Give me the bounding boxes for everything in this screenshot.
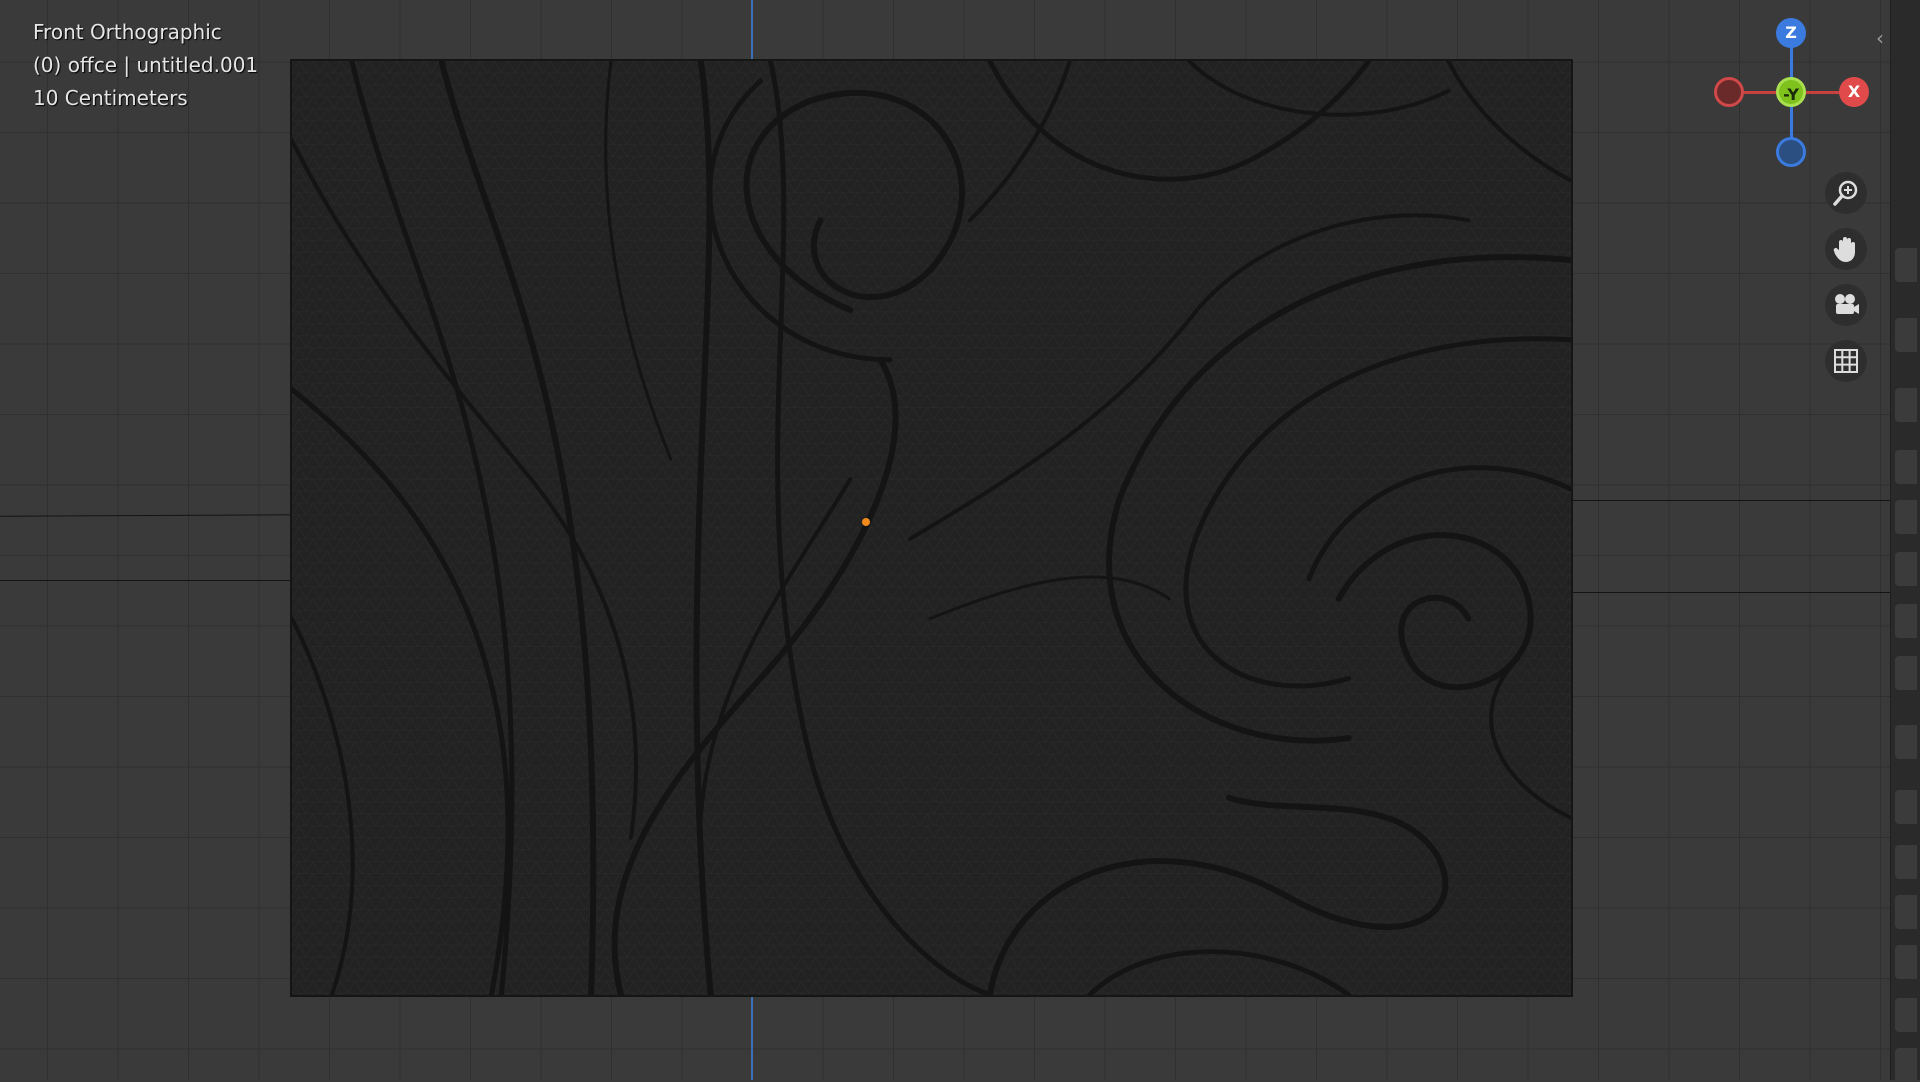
3d-viewport[interactable]: Front Orthographic (0) offce | untitled.… bbox=[0, 0, 1890, 1080]
gizmo-neg-y-button[interactable]: -Y bbox=[1776, 77, 1806, 107]
object-origin-point[interactable] bbox=[862, 518, 870, 526]
edge-line-upper-right bbox=[1570, 500, 1890, 501]
ortho-toggle-button[interactable] bbox=[1825, 340, 1867, 382]
edge-line-lower-left bbox=[0, 580, 300, 581]
viewport-info-overlay: Front Orthographic (0) offce | untitled.… bbox=[33, 16, 258, 115]
edge-line-lower-right bbox=[1570, 592, 1890, 593]
constraints-tab[interactable] bbox=[1895, 945, 1917, 979]
data-tab[interactable] bbox=[1895, 998, 1917, 1032]
camera-icon bbox=[1835, 294, 1859, 314]
pan-button[interactable] bbox=[1825, 228, 1867, 270]
zoom-icon bbox=[1833, 180, 1858, 206]
swirl-pattern bbox=[292, 61, 1571, 995]
tool-tab[interactable] bbox=[1895, 248, 1917, 282]
navigation-gizmo[interactable]: Z X -Y bbox=[1700, 14, 1870, 174]
material-tab[interactable] bbox=[1895, 1048, 1917, 1082]
gizmo-neg-x-button[interactable] bbox=[1714, 77, 1744, 107]
object-tab[interactable] bbox=[1895, 725, 1917, 759]
modifier-tab[interactable] bbox=[1895, 790, 1917, 824]
scene-tab[interactable] bbox=[1895, 500, 1917, 534]
view-layer-tab[interactable] bbox=[1895, 450, 1917, 484]
wireframe-mesh-plane[interactable] bbox=[290, 59, 1573, 997]
output-tab[interactable] bbox=[1895, 388, 1917, 422]
physics-tab[interactable] bbox=[1895, 895, 1917, 929]
properties-tab-strip bbox=[1890, 0, 1920, 1082]
particles-tab[interactable] bbox=[1895, 845, 1917, 879]
hand-pan-icon bbox=[1833, 237, 1855, 262]
gizmo-neg-z-button[interactable] bbox=[1776, 137, 1806, 167]
camera-view-button[interactable] bbox=[1825, 284, 1867, 326]
texture-tab[interactable] bbox=[1895, 656, 1917, 690]
scale-info-label: 10 Centimeters bbox=[33, 86, 188, 110]
object-info-label: (0) offce | untitled.001 bbox=[33, 53, 259, 77]
gizmo-z-button[interactable]: Z bbox=[1776, 18, 1806, 48]
gizmo-x-button[interactable]: X bbox=[1839, 77, 1869, 107]
zoom-button[interactable] bbox=[1825, 172, 1867, 214]
collapse-sidebar-icon[interactable]: ‹ bbox=[1876, 26, 1884, 50]
view-name-label: Front Orthographic bbox=[33, 20, 222, 44]
grid-ortho-icon bbox=[1834, 349, 1858, 373]
world-tab[interactable] bbox=[1895, 552, 1917, 586]
render-tab[interactable] bbox=[1895, 318, 1917, 352]
edge-line-upper-left bbox=[0, 514, 301, 517]
collection-tab[interactable] bbox=[1895, 604, 1917, 638]
